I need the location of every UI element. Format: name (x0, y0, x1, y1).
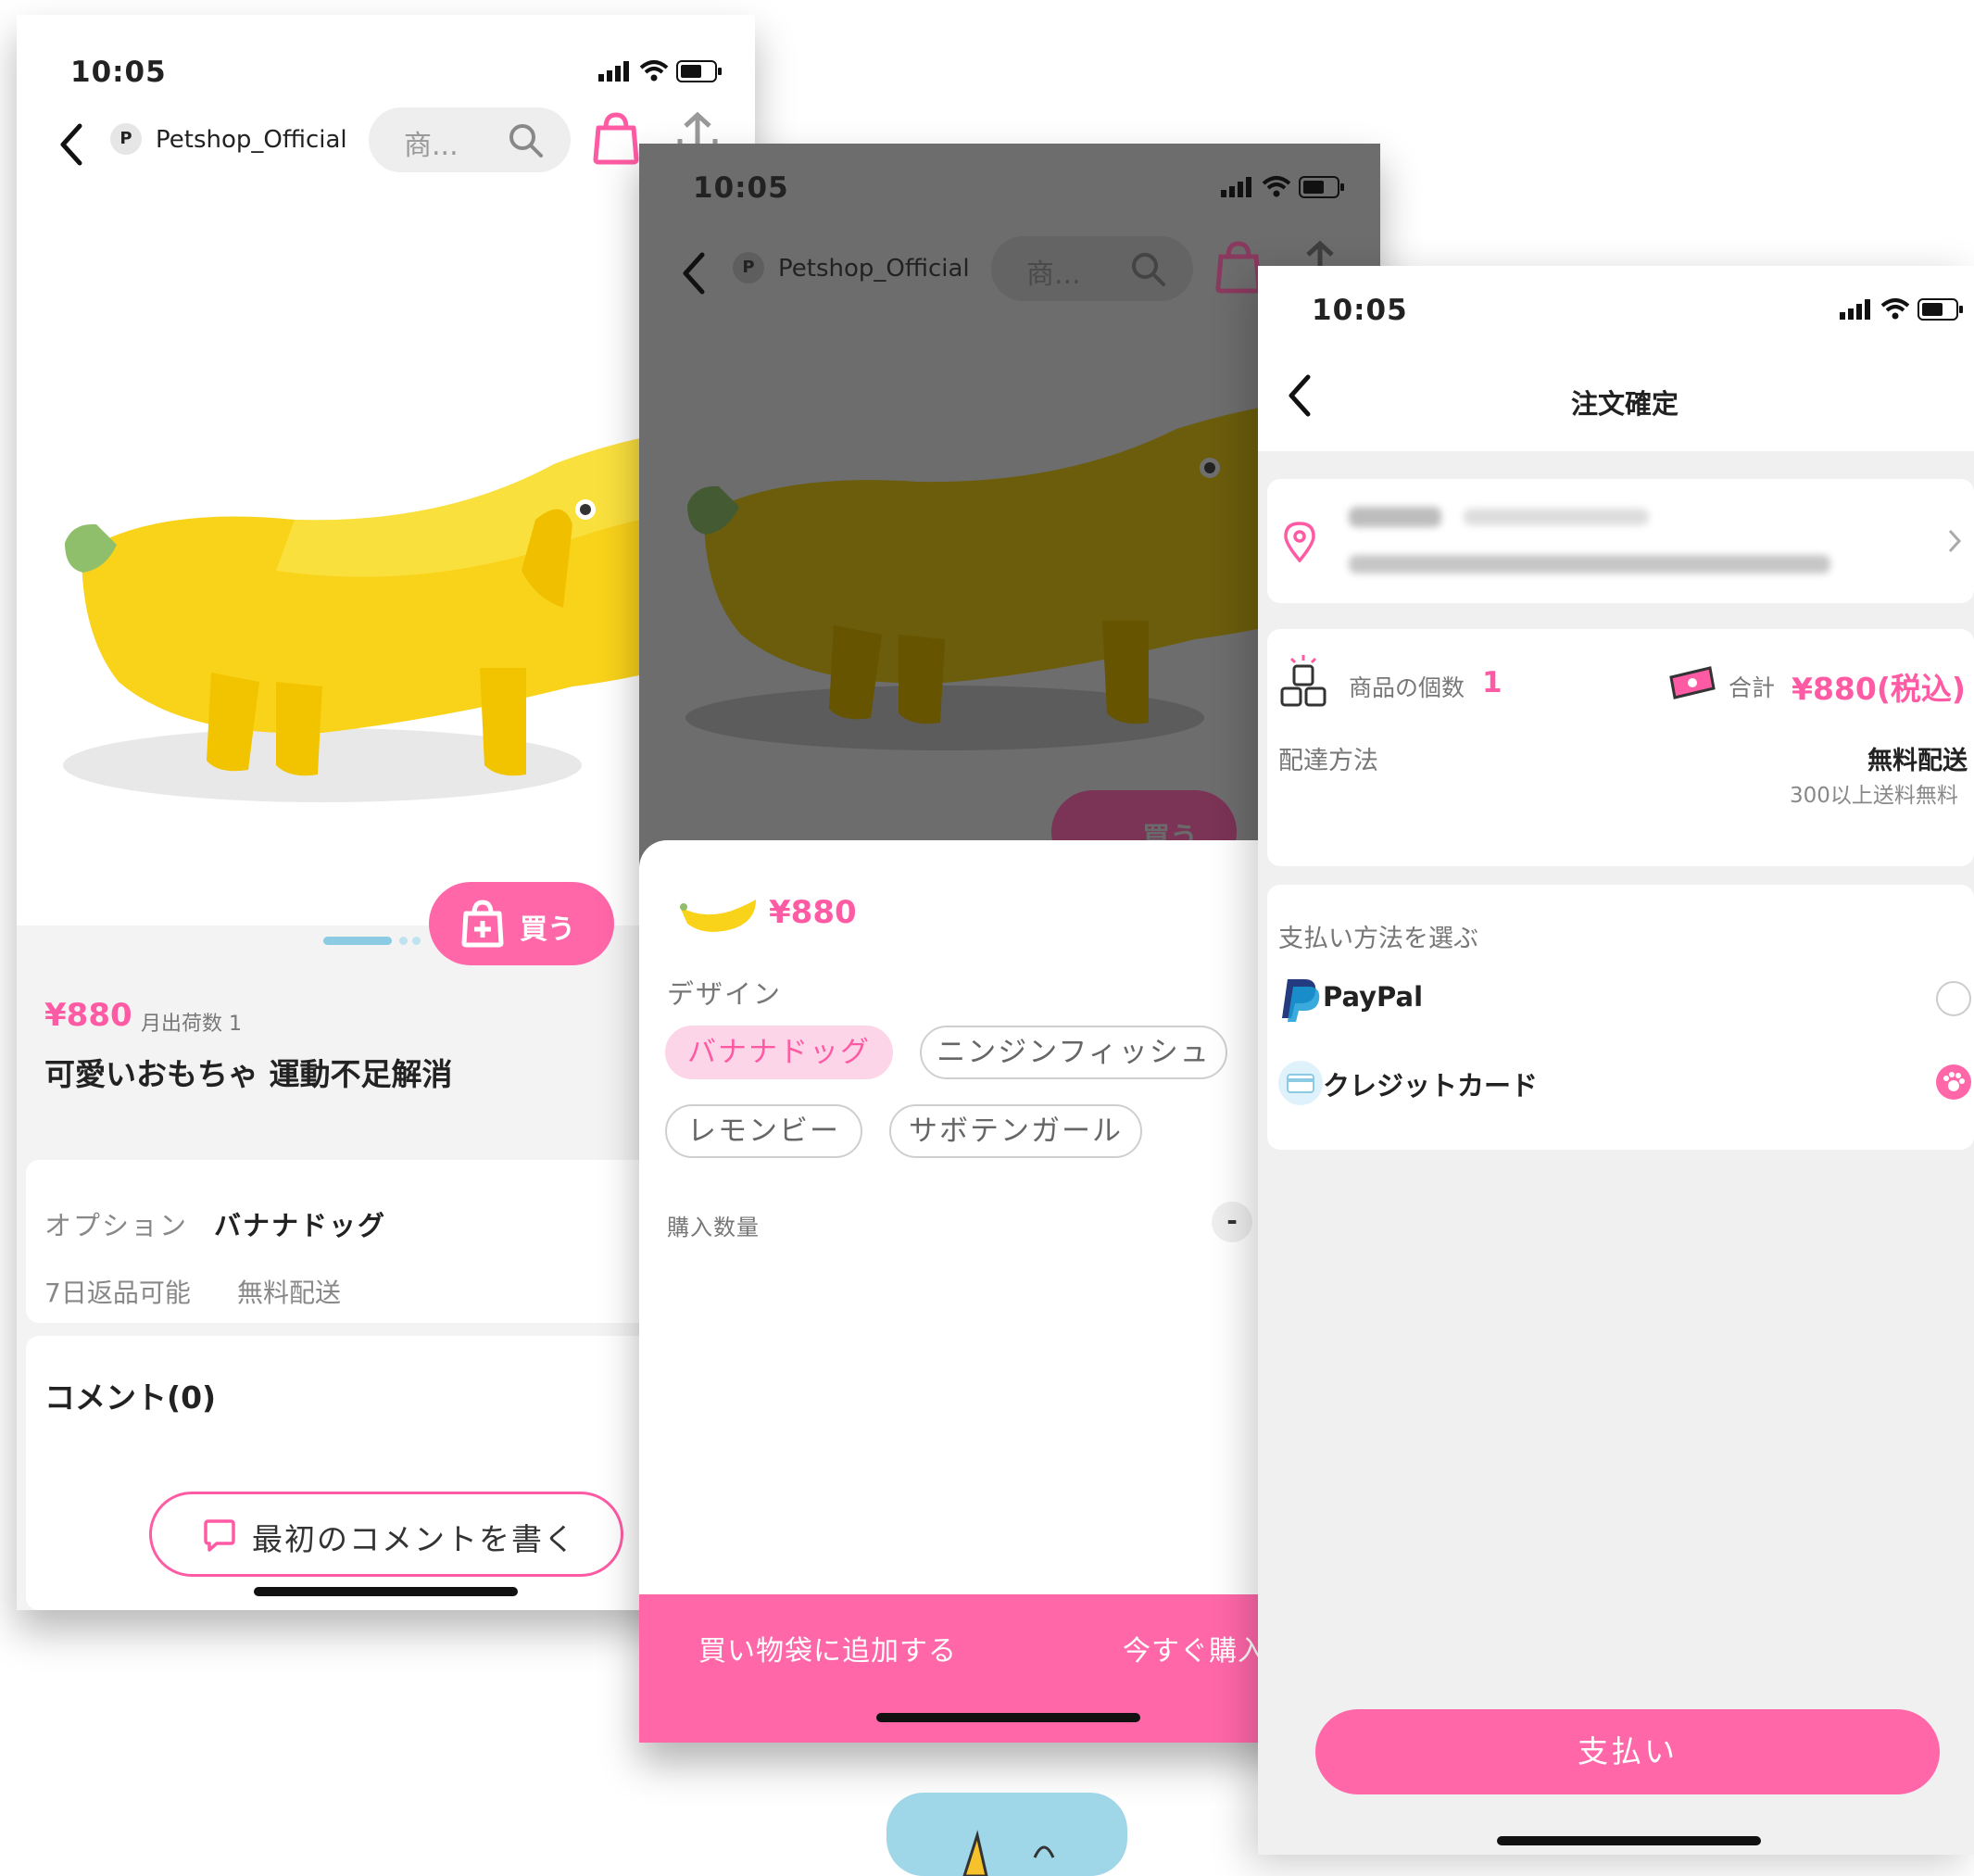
battery-icon (1299, 176, 1345, 198)
delivery-note: 300以上送料無料 (1790, 784, 1958, 808)
selected-product-thumbnail (676, 894, 760, 938)
total-value: ¥880(税込) (1792, 671, 1967, 707)
battery-icon (1917, 298, 1964, 321)
design-chip-cactus-girl[interactable]: サボテンガール (889, 1104, 1142, 1158)
home-indicator (254, 1587, 518, 1596)
return-policy: 7日返品可能 (44, 1278, 191, 1308)
add-to-bag-button[interactable]: 買い物袋に追加する (698, 1628, 957, 1668)
sheet-price: ¥880 (769, 894, 857, 931)
quantity-label: 購入数量 (667, 1215, 760, 1240)
paypal-icon (1278, 976, 1323, 1022)
quantity-minus-button[interactable]: - (1212, 1202, 1252, 1242)
chevron-right-icon (1945, 527, 1964, 555)
cellular-signal-icon (1840, 299, 1873, 320)
paypal-radio[interactable] (1936, 981, 1971, 1016)
design-chip-label: バナナドッグ (687, 1036, 871, 1069)
design-label: デザイン (667, 978, 783, 1010)
item-count-value: 1 (1482, 666, 1503, 699)
buy-now-button[interactable]: 今すぐ購入 (1123, 1628, 1266, 1668)
status-time: 10:05 (70, 56, 167, 89)
payment-method-card: 支払い方法を選ぶ PayPal クレジットカード (1267, 885, 1974, 1150)
battery-icon (676, 60, 723, 82)
design-chip-label: ニンジンフィッシュ (937, 1036, 1211, 1069)
payment-option-credit-card[interactable]: クレジットカード (1267, 1050, 1974, 1114)
credit-card-icon (1276, 1059, 1325, 1107)
home-indicator (1497, 1836, 1761, 1845)
shop-avatar: P (733, 252, 764, 283)
page-title: 注文確定 (1571, 388, 1679, 420)
status-bar: 10:05 (17, 15, 755, 126)
search-placeholder: 商... (1026, 258, 1081, 291)
order-summary-card: 商品の個数 1 合計 ¥880(税込) 配達方法 無料配送 300以上送料無料 (1267, 629, 1974, 866)
credit-card-radio-selected[interactable] (1936, 1064, 1971, 1100)
option-value: バナナドッグ (214, 1210, 387, 1241)
buy-button-label: 買う (520, 913, 575, 946)
pay-button-label: 支払い (1578, 1733, 1678, 1769)
address-card[interactable] (1267, 479, 1974, 603)
cellular-signal-icon (598, 61, 632, 82)
item-count-icon (1278, 653, 1328, 709)
cellular-signal-icon (1221, 177, 1254, 197)
payment-option-paypal[interactable]: PayPal (1267, 966, 1974, 1031)
shopping-bag-icon[interactable] (1215, 240, 1262, 294)
design-chip-lemon-bee[interactable]: レモンビー (665, 1104, 862, 1158)
bag-plus-icon (460, 899, 505, 949)
shop-avatar: P (110, 123, 142, 155)
chevron-left-icon (1289, 374, 1311, 417)
shopping-bag-icon[interactable] (593, 111, 639, 165)
delivery-value: 無料配送 (1867, 747, 1968, 775)
comments-title: コメント(0) (44, 1379, 217, 1416)
payment-section-label: 支払い方法を選ぶ (1278, 925, 1478, 953)
write-comment-button[interactable]: 最初のコメントを書く (149, 1492, 623, 1577)
shop-name[interactable]: Petshop_Official (778, 255, 970, 283)
search-bar[interactable]: 商... (991, 236, 1193, 301)
shipping-policy: 無料配送 (237, 1278, 342, 1308)
status-time: 10:05 (693, 171, 789, 205)
wifi-icon (1262, 175, 1291, 197)
search-bar[interactable]: 商... (369, 107, 571, 172)
back-button[interactable] (676, 247, 723, 303)
design-chip-carrot-fish[interactable]: ニンジンフィッシュ (920, 1026, 1227, 1079)
design-chip-label: レモンビー (687, 1114, 840, 1148)
home-indicator (876, 1713, 1140, 1722)
product-title: 可愛いおもちゃ 運動不足解消 (44, 1056, 453, 1092)
buy-button[interactable]: 買う (429, 882, 614, 965)
sticker-thumbnail (886, 1793, 1127, 1876)
chevron-left-icon (683, 252, 705, 295)
wifi-icon (639, 59, 669, 82)
total-label: 合計 (1729, 674, 1776, 701)
item-count-label: 商品の個数 (1349, 674, 1465, 701)
delivery-label: 配達方法 (1278, 747, 1378, 775)
status-time: 10:05 (1312, 294, 1408, 327)
comment-bubble-icon (202, 1518, 237, 1554)
product-price: ¥880 (44, 997, 132, 1034)
search-icon (508, 122, 545, 159)
pay-button[interactable]: 支払い (1315, 1709, 1940, 1794)
payment-option-label: クレジットカード (1323, 1070, 1539, 1102)
back-button[interactable] (1282, 370, 1328, 425)
search-placeholder: 商... (404, 130, 459, 162)
location-pin-icon (1284, 522, 1315, 562)
checkout-screen: 10:05 注文確定 商品の個数 1 合計 ¥880(税込) 配達方法 無料配送… (1258, 266, 1974, 1855)
search-icon (1130, 251, 1167, 288)
design-chip-banana-dog[interactable]: バナナドッグ (665, 1026, 893, 1079)
wifi-icon (1880, 297, 1910, 320)
checkout-header: 10:05 注文確定 (1258, 266, 1974, 451)
paw-icon (1943, 1072, 1965, 1091)
design-chip-label: サボテンガール (909, 1114, 1123, 1148)
monthly-shipments: 月出荷数 1 (141, 1013, 242, 1036)
option-label: オプション (44, 1210, 189, 1241)
chevron-left-icon (60, 123, 82, 166)
ticket-icon (1667, 664, 1717, 701)
back-button[interactable] (54, 119, 100, 174)
minus-label: - (1226, 1205, 1238, 1236)
write-comment-label: 最初のコメントを書く (252, 1521, 576, 1557)
payment-option-label: PayPal (1323, 981, 1424, 1013)
shop-name[interactable]: Petshop_Official (156, 126, 347, 154)
